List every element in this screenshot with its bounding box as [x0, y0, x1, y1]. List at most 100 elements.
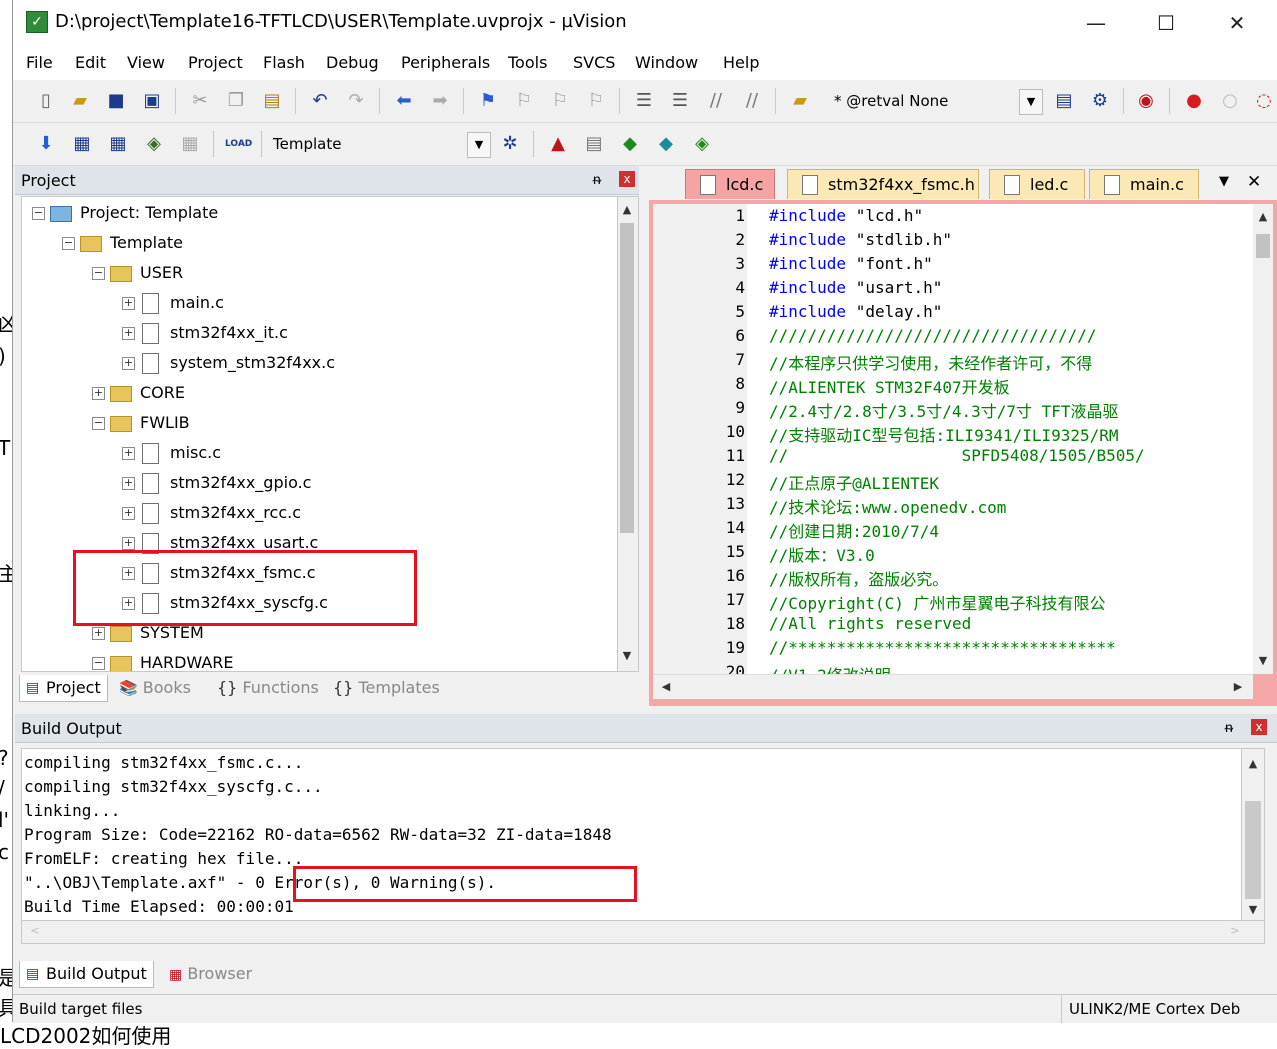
enable-breakpoint-icon[interactable]: ○ — [1219, 90, 1241, 112]
expand-icon[interactable]: + — [122, 447, 135, 460]
new-file-icon[interactable]: ▯ — [35, 90, 57, 112]
scroll-up-icon[interactable]: ▲ — [1254, 208, 1272, 226]
scrollbar-thumb[interactable] — [1245, 801, 1261, 899]
tab-functions[interactable]: {} Functions — [217, 675, 319, 701]
paste-icon[interactable]: ▤ — [261, 90, 283, 112]
build-output-vertical-scrollbar[interactable]: ▲ ▼ — [1241, 748, 1265, 922]
menu-help[interactable]: Help — [723, 53, 759, 72]
close-tab-icon[interactable]: ✕ — [1247, 172, 1261, 192]
expand-icon[interactable]: + — [122, 477, 135, 490]
find-combo[interactable]: * @retval None — [828, 89, 1042, 113]
editor-horizontal-scrollbar[interactable]: ◀ ▶ — [653, 674, 1253, 699]
pin-icon[interactable]: ᵰ — [1225, 719, 1233, 736]
cut-icon[interactable]: ✂ — [189, 90, 211, 112]
scrollbar-thumb[interactable] — [620, 223, 634, 533]
editor-tab-fsmc-h[interactable]: stm32f4xx_fsmc.h — [787, 169, 979, 199]
kill-breakpoints-icon[interactable]: ◌ — [1253, 90, 1275, 112]
navigate-forward-icon[interactable]: ➡ — [429, 90, 451, 112]
unindent-icon[interactable]: ☰ — [669, 90, 691, 112]
stop-build-icon[interactable]: ▦ — [179, 133, 201, 155]
tab-templates[interactable]: {} Templates — [333, 675, 440, 701]
collapse-icon[interactable]: − — [62, 237, 75, 250]
expand-icon[interactable]: + — [92, 627, 105, 640]
scrollbar-thumb[interactable] — [1256, 234, 1270, 258]
tab-books[interactable]: 📚 Books — [119, 675, 191, 701]
scroll-down-icon[interactable]: ▼ — [1244, 901, 1262, 919]
uncomment-icon[interactable]: // — [741, 90, 763, 112]
collapse-icon[interactable]: − — [32, 207, 45, 220]
navigate-back-icon[interactable]: ⬅ — [393, 90, 415, 112]
scroll-up-icon[interactable]: ▲ — [618, 201, 636, 219]
select-packs-icon[interactable]: ◆ — [655, 133, 677, 155]
undo-icon[interactable]: ↶ — [309, 90, 331, 112]
close-panel-icon[interactable]: x — [619, 171, 635, 187]
menu-flash[interactable]: Flash — [263, 53, 305, 72]
expand-icon[interactable]: + — [122, 507, 135, 520]
prev-bookmark-icon[interactable]: ⚐ — [513, 90, 535, 112]
scroll-right-icon[interactable]: > — [1226, 922, 1244, 940]
menu-window[interactable]: Window — [635, 53, 698, 72]
next-bookmark-icon[interactable]: ⚐ — [549, 90, 571, 112]
tab-browser[interactable]: ▦ Browser — [169, 961, 252, 987]
collapse-icon[interactable]: − — [92, 267, 105, 280]
editor-vertical-scrollbar[interactable]: ▲ ▼ — [1253, 204, 1273, 674]
download-load-icon[interactable]: LOAD — [225, 133, 252, 155]
save-all-icon[interactable]: ▣ — [141, 90, 163, 112]
expand-icon[interactable]: + — [92, 387, 105, 400]
expand-icon[interactable]: + — [122, 297, 135, 310]
close-panel-icon[interactable]: x — [1251, 719, 1267, 735]
scroll-left-icon[interactable]: ◀ — [657, 678, 675, 696]
indent-icon[interactable]: ☰ — [633, 90, 655, 112]
code-editor[interactable]: 1 2 3 4 5 6 7 8 9 10 11 12 13 14 15 16 17 18 19 20 #include… — [653, 204, 1253, 674]
menu-tools[interactable]: Tools — [508, 53, 547, 72]
tab-project[interactable]: ▤ Project — [19, 675, 108, 702]
collapse-icon[interactable]: − — [92, 417, 105, 430]
comment-icon[interactable]: // — [705, 90, 727, 112]
editor-tab-main-c[interactable]: main.c — [1089, 169, 1199, 199]
scroll-left-icon[interactable]: < — [26, 922, 44, 940]
translate-icon[interactable]: ⬇ — [35, 133, 57, 155]
project-tree-scrollbar[interactable]: ▲ ▼ — [617, 196, 639, 672]
scroll-down-icon[interactable]: ▼ — [618, 647, 636, 665]
batch-build-icon[interactable]: ◈ — [143, 133, 165, 155]
target-select[interactable]: Template — [267, 132, 489, 156]
editor-tab-lcd-c[interactable]: lcd.c — [685, 169, 775, 199]
save-icon[interactable]: ■ — [105, 90, 127, 112]
manage-rte-icon[interactable]: ◈ — [691, 133, 713, 155]
debug-session-icon[interactable]: ◉ — [1135, 90, 1157, 112]
expand-icon[interactable]: + — [122, 357, 135, 370]
find-combo-dropdown-icon[interactable]: ▼ — [1019, 89, 1043, 115]
clear-bookmarks-icon[interactable]: ⚐ — [585, 90, 607, 112]
rebuild-icon[interactable]: ▦ — [107, 133, 129, 155]
collapse-icon[interactable]: − — [92, 657, 105, 670]
menu-peripherals[interactable]: Peripherals — [401, 53, 490, 72]
tab-list-dropdown-icon[interactable]: ▼ — [1219, 174, 1229, 189]
find-icon[interactable]: ▤ — [1053, 90, 1075, 112]
tab-build-output[interactable]: ▤ Build Output — [19, 961, 154, 988]
maximize-button[interactable]: ☐ — [1140, 4, 1192, 42]
target-options-icon[interactable]: ✲ — [499, 133, 521, 155]
open-folder-icon[interactable]: ▰ — [69, 90, 91, 112]
find-in-files-icon[interactable]: ▰ — [789, 90, 811, 112]
pack-installer-icon[interactable]: ◆ — [619, 133, 641, 155]
file-extensions-icon[interactable]: ▤ — [583, 133, 605, 155]
expand-icon[interactable]: + — [122, 537, 135, 550]
scroll-up-icon[interactable]: ▲ — [1244, 755, 1262, 773]
build-output-horizontal-scrollbar[interactable]: < > — [21, 920, 1265, 944]
expand-icon[interactable]: + — [122, 327, 135, 340]
target-dropdown-icon[interactable]: ▼ — [467, 132, 491, 158]
menu-file[interactable]: File — [26, 53, 53, 72]
redo-icon[interactable]: ↷ — [345, 90, 367, 112]
scroll-down-icon[interactable]: ▼ — [1254, 652, 1272, 670]
minimize-button[interactable]: — — [1070, 4, 1122, 42]
menu-project[interactable]: Project — [188, 53, 243, 72]
copy-icon[interactable]: ❐ — [225, 90, 247, 112]
menu-view[interactable]: View — [127, 53, 165, 72]
menu-svcs[interactable]: SVCS — [573, 53, 615, 72]
close-button[interactable]: ✕ — [1211, 4, 1263, 42]
menu-edit[interactable]: Edit — [75, 53, 106, 72]
manage-project-items-icon[interactable]: ▲ — [547, 133, 569, 155]
menu-debug[interactable]: Debug — [326, 53, 379, 72]
build-icon[interactable]: ▦ — [71, 133, 93, 155]
incremental-find-icon[interactable]: ⚙ — [1089, 90, 1111, 112]
